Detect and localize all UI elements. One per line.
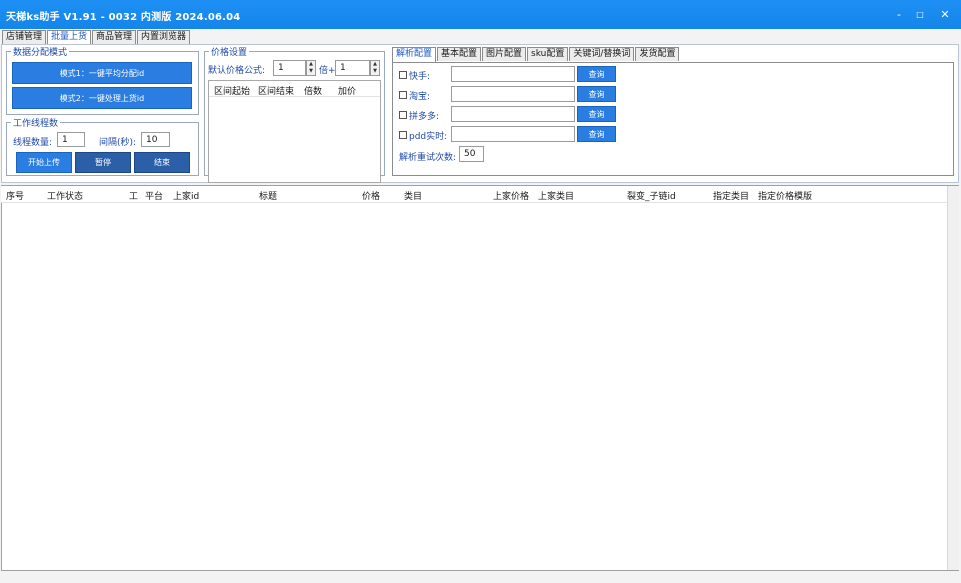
tab-image-config[interactable]: 图片配置 — [482, 47, 527, 61]
kuaishou-checkbox[interactable] — [399, 71, 407, 79]
multiplier-spinner[interactable]: ▲ ▼ — [306, 60, 316, 76]
pause-button[interactable]: 暂停 — [75, 152, 131, 173]
config-tabstrip: 解析配置 基本配置 图片配置 sku配置 关键词/替换词 发货配置 — [392, 47, 680, 62]
price-group: 价格设置 默认价格公式: 1 ▲ ▼ 倍+ 1 ▲ ▼ 区间起始 区间结束 倍数 加… — [204, 45, 385, 183]
tab-shipping-config[interactable]: 发货配置 — [635, 47, 680, 61]
price-legend: 价格设置 — [211, 48, 248, 58]
assign-mode-legend: 数据分配模式 — [13, 48, 68, 58]
kuaishou-input[interactable] — [451, 66, 575, 82]
col-index[interactable]: 序号 — [6, 189, 24, 202]
col-assigned-category[interactable]: 指定类目 — [713, 189, 749, 202]
pdd-realtime-checkbox[interactable] — [399, 131, 407, 139]
col-category[interactable]: 类目 — [404, 189, 422, 202]
close-button[interactable]: ✕ — [934, 4, 956, 24]
start-upload-button[interactable]: 开始上传 — [16, 152, 72, 173]
price-range-table[interactable]: 区间起始 区间结束 倍数 加价 — [208, 80, 381, 183]
tab-shop-management[interactable]: 店铺管理 — [2, 30, 47, 44]
mode1-button[interactable]: 模式1：一键平均分配id — [12, 62, 192, 84]
pdd-realtime-label: pdd实时: — [409, 132, 448, 142]
thread-count-input[interactable]: 1 — [57, 132, 85, 147]
times-plus-label: 倍+ — [319, 66, 336, 76]
add-price-spinner[interactable]: ▲ ▼ — [370, 60, 380, 76]
pinduoduo-query-button[interactable]: 查询 — [577, 106, 616, 122]
col-markup: 加价 — [338, 87, 357, 97]
task-grid[interactable] — [1, 185, 959, 571]
kuaishou-query-button[interactable]: 查询 — [577, 66, 616, 82]
parse-config-panel: 快手: 查询 淘宝: 查询 拼多多: 查询 pdd实时: 查询 解析重试次数: … — [392, 62, 954, 176]
retry-count-input[interactable]: 50 — [459, 146, 484, 162]
taobao-query-button[interactable]: 查询 — [577, 86, 616, 102]
window-title: 天梯ks助手 V1.91 - 0032 内测版 2024.06.04 — [6, 12, 241, 23]
tab-parse-config[interactable]: 解析配置 — [392, 47, 437, 62]
col-title[interactable]: 标题 — [259, 189, 277, 202]
tab-batch-upload[interactable]: 批量上货 — [47, 30, 92, 45]
tab-product-management[interactable]: 商品管理 — [92, 30, 137, 44]
tab-sku-config[interactable]: sku配置 — [527, 47, 569, 61]
taobao-checkbox[interactable] — [399, 91, 407, 99]
retry-count-label: 解析重试次数: — [399, 153, 457, 163]
col-worker[interactable]: 工 — [129, 189, 138, 202]
assign-mode-group: 数据分配模式 模式1：一键平均分配id 模式2：一键处理上货id — [6, 45, 199, 115]
pinduoduo-checkbox[interactable] — [399, 111, 407, 119]
col-source-category[interactable]: 上家类目 — [538, 189, 574, 202]
stop-button[interactable]: 结束 — [134, 152, 190, 173]
col-work-status[interactable]: 工作状态 — [47, 189, 83, 202]
price-table-header: 区间起始 区间结束 倍数 加价 — [209, 81, 380, 97]
tab-basic-config[interactable]: 基本配置 — [437, 47, 482, 61]
pinduoduo-label: 拼多多: — [409, 112, 440, 122]
tab-builtin-browser[interactable]: 内置浏览器 — [137, 30, 191, 44]
col-fission-child-id[interactable]: 裂变_子链id — [627, 189, 676, 202]
tab-keyword-replace[interactable]: 关键词/替换词 — [569, 47, 635, 61]
title-bar: 天梯ks助手 V1.91 - 0032 内测版 2024.06.04 - □ ✕ — [0, 0, 961, 29]
col-range-start: 区间起始 — [214, 87, 251, 97]
mode2-button[interactable]: 模式2：一键处理上货id — [12, 87, 192, 109]
col-platform[interactable]: 平台 — [145, 189, 163, 202]
multiplier-input[interactable]: 1 — [273, 60, 306, 76]
add-price-input[interactable]: 1 — [335, 60, 370, 76]
col-range-end: 区间结束 — [258, 87, 295, 97]
pdd-realtime-query-button[interactable]: 查询 — [577, 126, 616, 142]
pinduoduo-input[interactable] — [451, 106, 575, 122]
taobao-input[interactable] — [451, 86, 575, 102]
kuaishou-label: 快手: — [409, 72, 431, 82]
pdd-realtime-input[interactable] — [451, 126, 575, 142]
threads-legend: 工作线程数 — [13, 119, 59, 129]
settings-area: 数据分配模式 模式1：一键平均分配id 模式2：一键处理上货id 工作线程数 线… — [1, 44, 959, 183]
col-source-price[interactable]: 上家价格 — [493, 189, 529, 202]
threads-group: 工作线程数 线程数量: 1 间隔(秒): 10 开始上传 暂停 结束 — [6, 116, 199, 176]
taobao-label: 淘宝: — [409, 92, 431, 102]
thread-count-label: 线程数量: — [13, 138, 53, 148]
grid-vertical-scrollbar[interactable] — [947, 186, 959, 570]
col-source-id[interactable]: 上家id — [173, 189, 199, 202]
interval-label: 间隔(秒): — [99, 138, 137, 148]
col-price[interactable]: 价格 — [362, 189, 380, 202]
main-tabstrip: 店铺管理 批量上货 商品管理 内置浏览器 — [2, 30, 191, 45]
col-price-template[interactable]: 指定价格模版 — [758, 189, 812, 202]
price-formula-label: 默认价格公式: — [208, 66, 266, 76]
task-grid-header: 序号 工作状态 工 平台 上家id 标题 价格 类目 上家价格 上家类目 裂变_… — [1, 186, 947, 203]
app-window: 天梯ks助手 V1.91 - 0032 内测版 2024.06.04 - □ ✕… — [0, 0, 961, 583]
maximize-button[interactable]: □ — [909, 4, 931, 24]
minimize-button[interactable]: - — [888, 4, 910, 24]
col-multiple: 倍数 — [304, 87, 323, 97]
interval-input[interactable]: 10 — [141, 132, 170, 147]
